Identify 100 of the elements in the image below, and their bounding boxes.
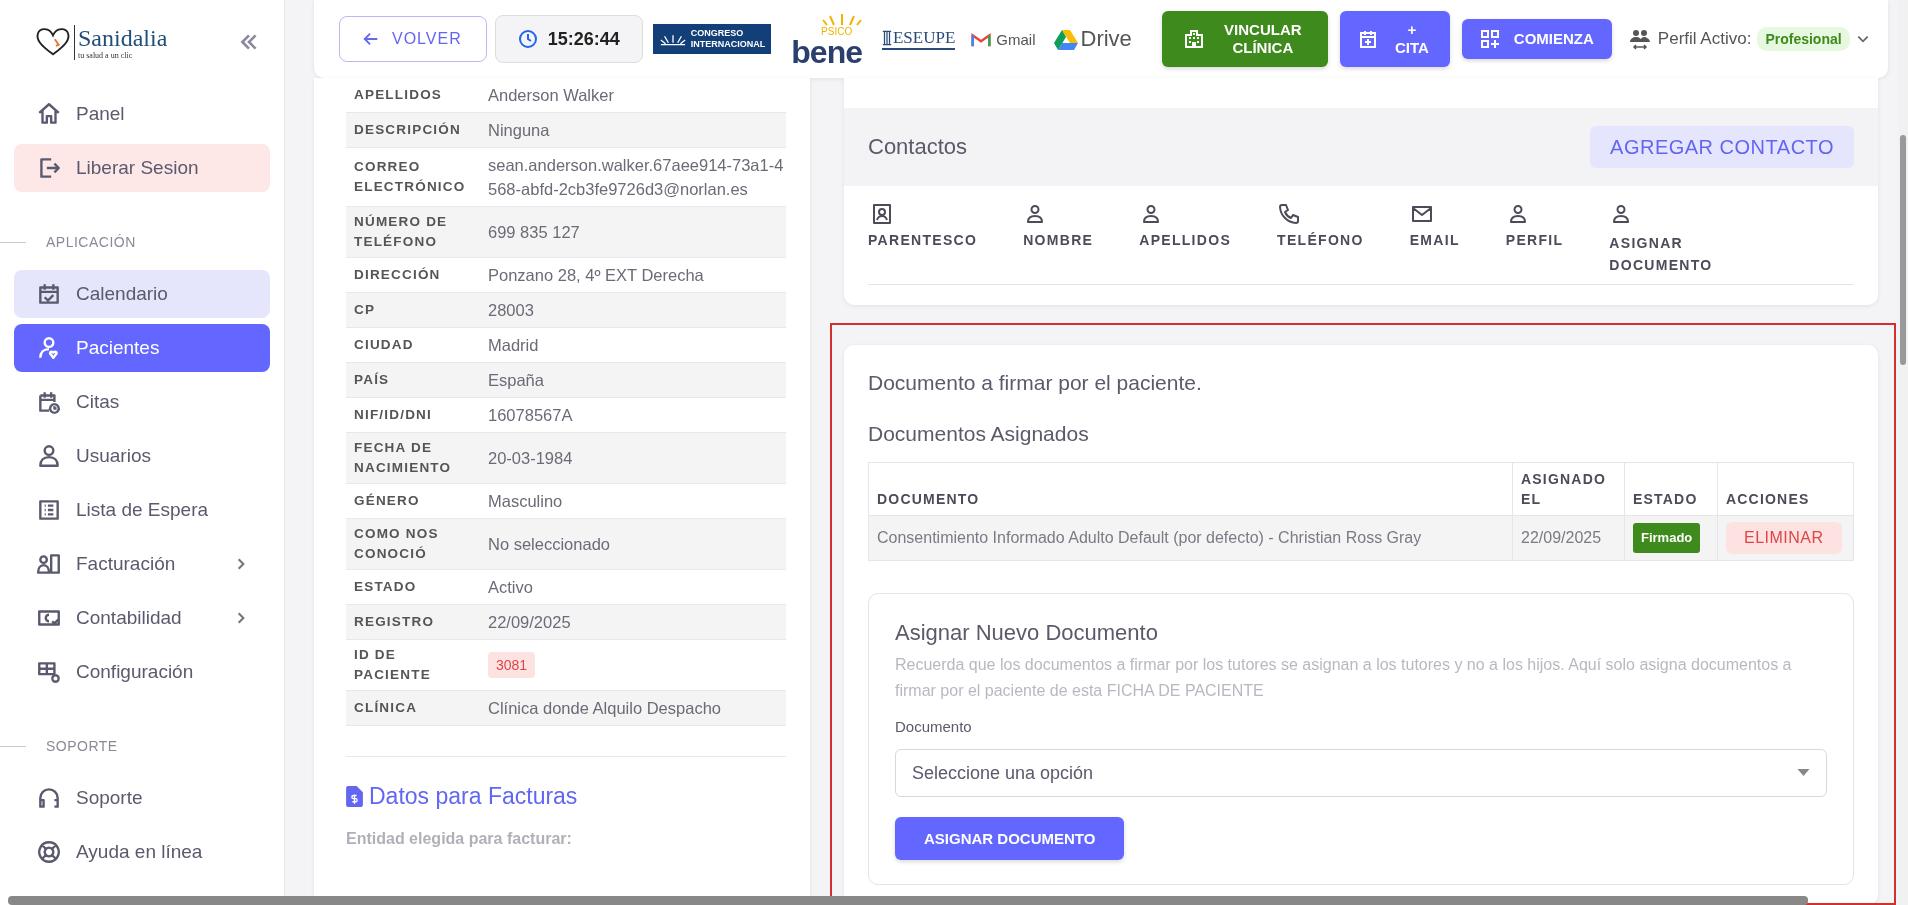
field-label: CLÍNICA [353, 699, 419, 717]
status-badge: Firmado [1633, 523, 1701, 553]
sidebar-item[interactable]: Facturación [14, 540, 270, 588]
eseupe-logo[interactable]: ESEUPE [882, 28, 956, 50]
sidebar-item[interactable]: Panel [14, 90, 270, 138]
column-header: APELLIDOS [1139, 202, 1232, 276]
section-heading: Datos para Facturas [369, 783, 578, 810]
field-value: Ninguna [488, 120, 551, 141]
gmail-link[interactable]: Gmail [971, 30, 1036, 48]
column-header: EMAIL [1409, 202, 1460, 276]
field-label: DESCRIPCIÓN [353, 121, 462, 139]
list-icon [36, 497, 62, 523]
calendar-plus-icon [1357, 29, 1378, 49]
column-header: DOCUMENTO [876, 490, 981, 509]
field-label: ID DE PACIENTE [353, 646, 432, 684]
column-header: ASIGNAR DOCUMENTO [1609, 202, 1740, 276]
sidebar-item[interactable]: Liberar Sesion [14, 144, 270, 192]
person-icon [36, 443, 62, 469]
back-button[interactable]: VOLVER [339, 16, 487, 62]
table-cell: 22/09/2025 [1512, 516, 1624, 560]
field-label: NÚMERO DE TELÉFONO [353, 213, 449, 251]
link-clinic-button[interactable]: VINCULAR CLÍNICA [1161, 11, 1328, 67]
phone-icon [1277, 202, 1302, 226]
field-value: Madrid [488, 335, 540, 356]
field-label: GÉNERO [353, 492, 421, 510]
sidebar-item[interactable]: Usuarios [14, 432, 270, 480]
field-label: Documento [895, 718, 973, 735]
field-label: PAÍS [353, 371, 391, 389]
panel-title: Asignar Nuevo Documento [895, 620, 1159, 646]
card-title: Contactos [868, 134, 968, 160]
calendar-icon [36, 281, 62, 307]
sidebar-item[interactable]: Contabilidad [14, 594, 270, 642]
section-label: APLICACIÓN [46, 233, 136, 252]
field-value: Activo [488, 577, 534, 598]
congress-logo[interactable]: CONGRESO INTERNACIONAL [652, 24, 772, 54]
field-label: REGISTRO [353, 613, 436, 631]
field-label: ESTADO [353, 578, 418, 596]
profile-badge: Profesional [1757, 27, 1850, 51]
field-value: 20-03-1984 [488, 448, 574, 469]
sidebar-item[interactable]: Lista de Espera [14, 486, 270, 534]
field-label: CP [353, 301, 377, 319]
assign-document-button[interactable]: ASIGNAR DOCUMENTO [895, 817, 1125, 860]
field-label: DIRECCIÓN [353, 266, 442, 284]
building-icon [1183, 29, 1204, 49]
sidebar-item[interactable]: Configuración [14, 648, 270, 696]
column-header: PARENTESCO [868, 202, 978, 276]
profile-label: Perfil Activo: [1657, 29, 1752, 49]
start-button[interactable]: COMIENZA [1461, 19, 1612, 59]
document-select[interactable]: Seleccione una opción [895, 749, 1827, 797]
column-header: PERFIL [1505, 202, 1564, 276]
field-value: Ponzano 28, 4º EXT Derecha [488, 265, 705, 286]
person-card-icon [36, 551, 62, 577]
people-icon [1627, 27, 1652, 51]
invoice-icon [346, 786, 363, 807]
sidebar-item[interactable]: Pacientes [14, 324, 270, 372]
column-header: TELÉFONO [1277, 202, 1364, 276]
field-label: CIUDAD [353, 336, 415, 354]
field-label: APELLIDOS [353, 86, 444, 104]
id-badge: 3081 [488, 652, 536, 678]
field-value: No seleccionado [488, 534, 611, 555]
calendar-clock-icon [36, 389, 62, 415]
sidebar-item[interactable]: Soporte [14, 774, 270, 822]
field-value: Clínica donde Alquilo Despacho [488, 698, 722, 719]
arrow-left-icon [362, 30, 380, 48]
logo-tagline: tu salud a un clic [78, 50, 134, 60]
help-text: Recuerda que los documentos a firmar por los tutores se asignan a los tutores y no a los hijos. Aquí solo asigna documentos a firmar por el paciente de esta FICHA DE PACIENTE [895, 655, 1793, 701]
section-heading: Documentos Asignados [868, 422, 1090, 446]
field-value: 22/09/2025 [488, 612, 572, 633]
field-label: FECHA DE NACIMIENTO [353, 439, 453, 477]
headset-icon [36, 785, 62, 811]
field-label: Entidad elegida para facturar: [346, 830, 573, 848]
field-value: 28003 [488, 300, 535, 321]
logo-name: Sanidalia [78, 24, 168, 51]
lifebuoy-icon [36, 839, 62, 865]
column-header: NOMBRE [1023, 202, 1094, 276]
add-contact-button[interactable]: AGREGAR CONTACTO [1590, 126, 1854, 168]
clock-time: 15:26:44 [547, 28, 620, 50]
field-value: Anderson Walker [488, 85, 615, 106]
delete-button[interactable]: ELIMINAR [1726, 522, 1842, 554]
psicobene-logo[interactable]: PSICO bene [791, 11, 862, 67]
field-value: Masculino [488, 491, 564, 512]
sidebar-item[interactable]: Ayuda en línea [14, 828, 270, 876]
table-cell-text: Consentimiento Informado Adulto Default (por defecto) - Christian Ross Gray [876, 528, 1423, 548]
section-label: SOPORTE [46, 737, 118, 756]
field-value: 699 835 127 [488, 222, 581, 243]
sidebar-item[interactable]: Calendario [14, 270, 270, 318]
horizontal-scrollbar[interactable] [8, 896, 1808, 905]
field-value: España [488, 370, 545, 391]
card-title: Documento a firmar por el paciente. [868, 371, 1203, 395]
dropdown-caret-icon [1797, 769, 1810, 777]
drive-link[interactable]: Drive [1053, 26, 1132, 52]
grid-plus-icon [1479, 29, 1500, 49]
field-value: sean.anderson.walker.67aee914-73a1-4568-abfd-2cb3fe9726d3@norlan.es [488, 155, 785, 200]
sidebar-item[interactable]: Citas [14, 378, 270, 426]
house-icon [36, 101, 62, 127]
clock-icon [517, 29, 538, 49]
heart-logo-icon [34, 26, 72, 58]
mail-m-icon [971, 31, 992, 47]
field-label: COMO NOS CONOCIÓ [353, 525, 440, 563]
new-appointment-button[interactable]: + CITA [1339, 11, 1450, 67]
